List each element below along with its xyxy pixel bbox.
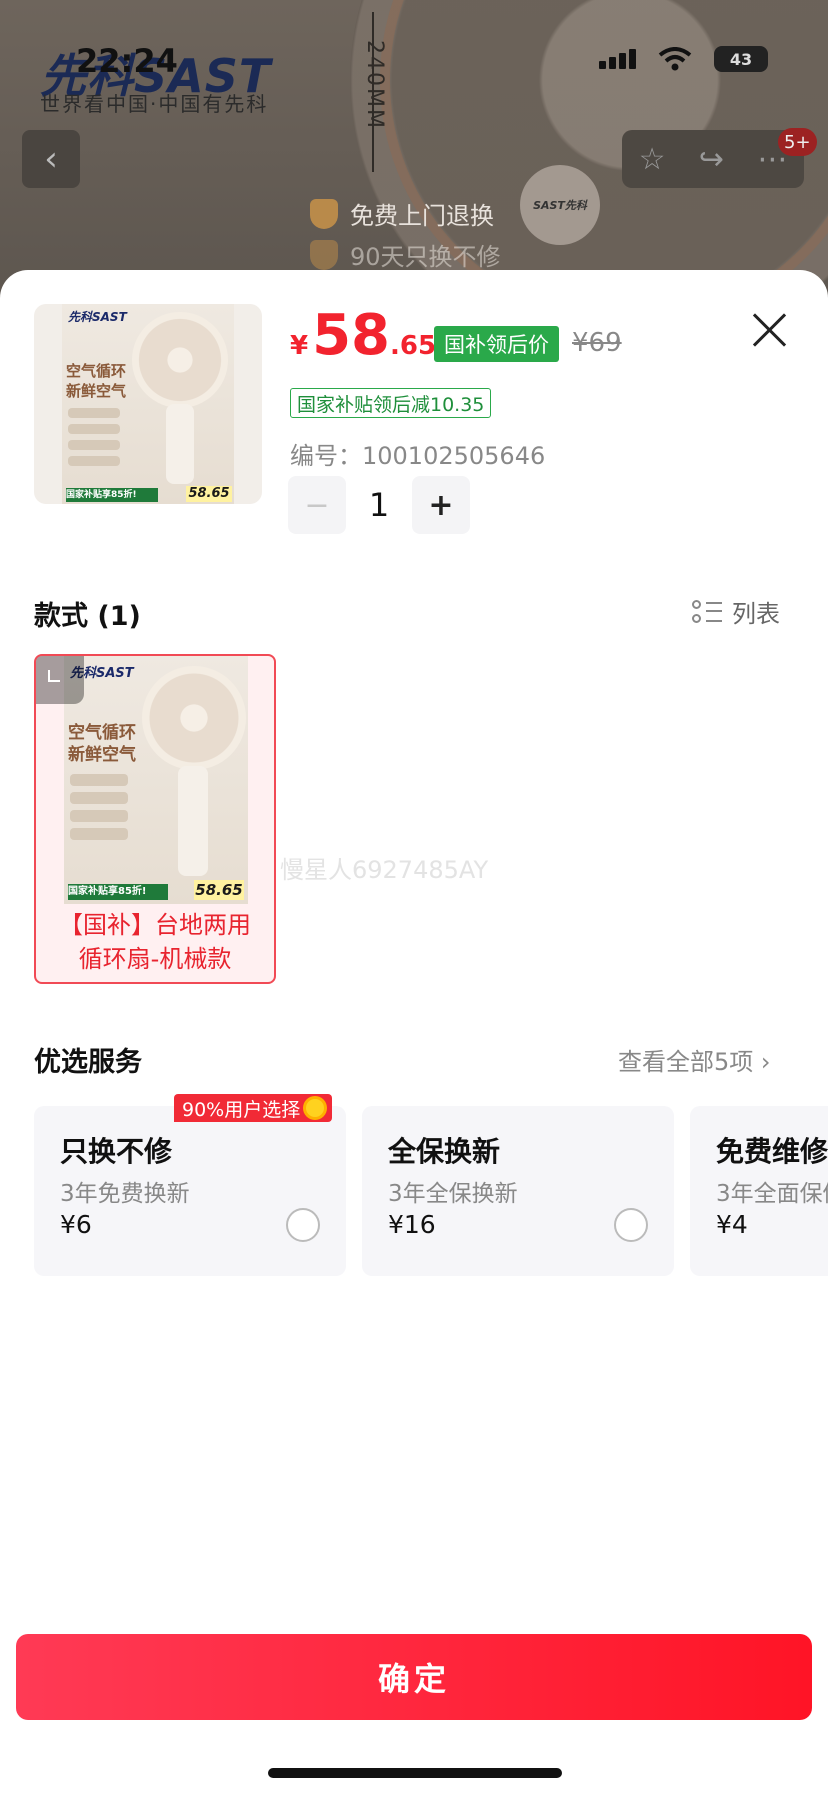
poster-feature [68, 440, 120, 450]
list-toggle-label: 列表 [732, 600, 780, 628]
close-icon[interactable] [748, 310, 790, 352]
confirm-button[interactable]: 确定 [16, 1634, 812, 1720]
header-actions: ☆ ↪ ⋯ [622, 130, 804, 188]
subsidy-note: 国家补贴领后减10.35 [290, 388, 492, 418]
status-time: 22:24 [76, 42, 178, 80]
style-option-name-line: 【国补】台地两用 [59, 911, 251, 939]
style-section-title: 款式 (1) [34, 601, 141, 632]
service-name: 只换不修 [60, 1135, 173, 1168]
decrement-button[interactable]: − [288, 476, 346, 534]
service-card[interactable]: 免费维修 3年全面保修 ¥4 [690, 1106, 828, 1276]
product-poster: 先科SAST 空气循环 新鲜空气 国家补贴享85折! 58.65 [62, 304, 234, 504]
service-card[interactable]: 90%用户选择 只换不修 3年免费换新 ¥6 [34, 1094, 346, 1276]
quantity-stepper: − 1 + [288, 476, 470, 534]
style-option-image: 先科SAST 空气循环 新鲜空气 国家补贴享85折! 58.65 [64, 656, 248, 904]
style-option-name: 【国补】台地两用 循环扇-机械款 [36, 908, 274, 976]
poster-price: 58.65 [194, 880, 244, 900]
service-radio[interactable] [286, 1208, 320, 1242]
poster-subsidy-strip: 国家补贴享85折! [68, 884, 168, 900]
product-page-background: SAST先科 240MM 先科SAST 世界看中国·中国有先科 22:24 43… [0, 0, 828, 300]
product-thumbnail[interactable]: 先科SAST 空气循环 新鲜空气 国家补贴享85折! 58.65 [34, 304, 262, 504]
notification-badge: 5+ [778, 128, 817, 156]
service-options: 90%用户选择 只换不修 3年免费换新 ¥6 全保换新 3年全保换新 ¥16 免… [34, 1094, 828, 1276]
battery-icon: 43 [714, 46, 768, 72]
poster-feature [68, 424, 120, 434]
list-view-toggle[interactable]: 列表 [692, 594, 780, 629]
list-icon [692, 598, 722, 626]
status-icons: 43 [599, 46, 768, 72]
poster-title: 新鲜空气 [66, 382, 127, 400]
watermark: 慢星人6927485AY [280, 856, 489, 884]
poster-subsidy-strip: 国家补贴享85折! [66, 488, 158, 502]
poster-fan [142, 666, 246, 770]
original-price: ¥69 [572, 328, 622, 358]
poster-stand [166, 404, 194, 484]
home-indicator [268, 1768, 562, 1778]
view-all-services-link[interactable]: 查看全部5项 › [618, 1042, 771, 1077]
poster-fan [132, 312, 228, 408]
fan-hub: SAST先科 [520, 165, 600, 245]
brand-slogan: 世界看中国·中国有先科 [40, 92, 269, 116]
service-desc: 3年免费换新 [60, 1181, 190, 1207]
wifi-icon [658, 47, 692, 71]
service-radio[interactable] [614, 1208, 648, 1242]
poster-title: 空气循环 [66, 362, 127, 380]
guarantee-text: 90天只换不修 [350, 243, 501, 271]
price: ¥ 58 .65 [290, 308, 436, 364]
poster-feature [70, 810, 128, 822]
share-icon[interactable]: ↪ [699, 142, 724, 177]
guarantee-text: 免费上门退换 [350, 202, 494, 230]
poster-feature [70, 774, 128, 786]
shield-icon [310, 239, 338, 270]
poster-feature [68, 456, 120, 466]
style-option-name-line: 循环扇-机械款 [78, 945, 232, 973]
service-price: ¥4 [716, 1210, 748, 1239]
price-decimal: .65 [390, 331, 437, 361]
poster-brand: 先科SAST [68, 310, 127, 324]
style-option-card[interactable]: 先科SAST 空气循环 新鲜空气 国家补贴享85折! 58.65 【国补】台地两… [34, 654, 276, 984]
service-name: 免费维修 [716, 1135, 828, 1168]
poster-stand [178, 766, 208, 876]
guarantee-list: 免费上门退换 90天只换不修 [310, 196, 501, 272]
services-section-title: 优选服务 [34, 1047, 142, 1078]
price-integer: 58 [312, 303, 391, 368]
poster-feature [70, 828, 128, 840]
sku-number: 编号：100102505646 [290, 442, 546, 470]
poster-price: 58.65 [186, 486, 232, 502]
chevron-left-icon: ‹ [44, 139, 58, 179]
shield-icon [310, 198, 338, 229]
subsidy-price-tag: 国补领后价 [434, 326, 559, 362]
popular-badge-text: 90%用户选择 [182, 1098, 301, 1121]
cellular-signal-icon [599, 49, 636, 69]
sun-icon [306, 1099, 325, 1117]
dimension-label: 240MM [362, 40, 387, 130]
service-desc: 3年全面保修 [716, 1181, 828, 1207]
service-desc: 3年全保换新 [388, 1181, 518, 1207]
expand-icon[interactable] [36, 656, 84, 704]
quantity-value: 1 [368, 486, 390, 524]
service-name: 全保换新 [388, 1135, 501, 1168]
price-currency: ¥ [290, 331, 309, 361]
sku-selector-sheet: 先科SAST 空气循环 新鲜空气 国家补贴享85折! 58.65 ¥ 58 .6… [0, 270, 828, 1796]
back-button[interactable]: ‹ [22, 130, 80, 188]
poster-title: 新鲜空气 [68, 745, 136, 765]
service-card[interactable]: 全保换新 3年全保换新 ¥16 [362, 1106, 674, 1276]
poster-feature [70, 792, 128, 804]
popular-badge: 90%用户选择 [174, 1094, 333, 1122]
star-icon[interactable]: ☆ [639, 142, 666, 177]
poster-feature [68, 408, 120, 418]
service-price: ¥16 [388, 1210, 436, 1239]
increment-button[interactable]: + [412, 476, 470, 534]
service-price: ¥6 [60, 1210, 92, 1239]
